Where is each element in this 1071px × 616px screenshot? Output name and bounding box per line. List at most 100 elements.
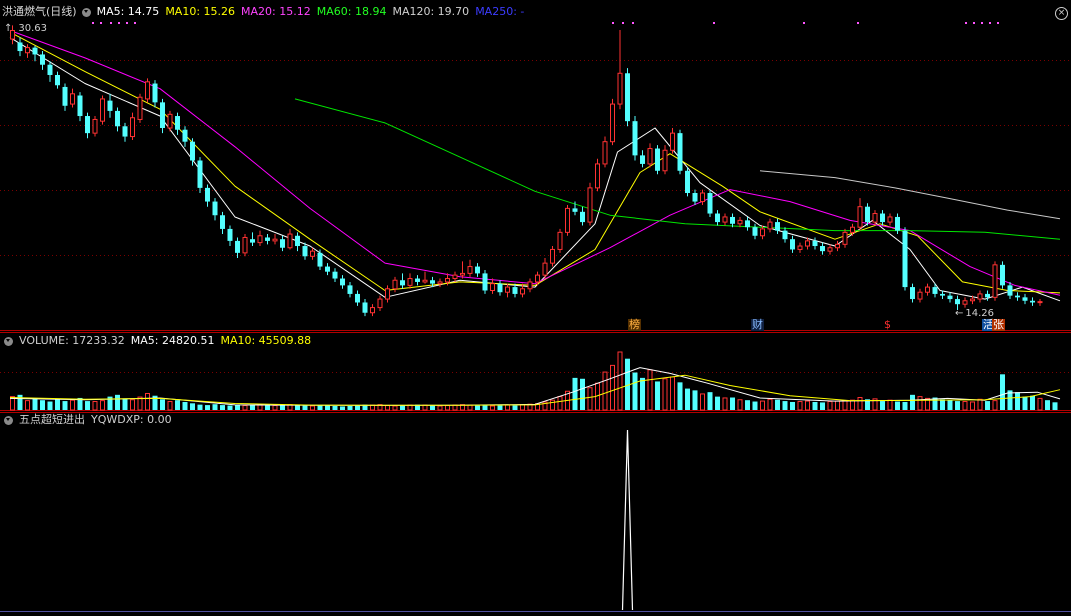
volume-bar-down — [497, 405, 503, 410]
volume-bar-up — [737, 399, 743, 411]
candle-down — [902, 230, 908, 288]
candle-up — [527, 281, 533, 290]
candle-down — [182, 129, 188, 142]
volume-dropdown-icon[interactable] — [4, 336, 13, 346]
candle-down — [940, 293, 945, 296]
candle-down — [115, 110, 120, 127]
candle-up — [737, 219, 743, 225]
indicator-dropdown-icon[interactable] — [81, 7, 91, 17]
main-header: 洪通燃气(日线) MA5: 14.75 MA10: 15.26 MA20: 15… — [2, 5, 530, 19]
volume-bar-down — [1000, 374, 1005, 410]
volume-bar-up — [145, 392, 150, 411]
volume-bar-up — [310, 405, 315, 411]
volume-bar-up — [490, 405, 495, 411]
candle-down — [730, 216, 735, 224]
volume-ma5-line — [9, 367, 1061, 406]
volume-bar-down — [715, 396, 720, 410]
candle-down — [895, 216, 900, 231]
chart-canvas[interactable] — [0, 0, 1071, 616]
volume-bar-down — [880, 401, 885, 410]
close-icon[interactable]: × — [1055, 7, 1068, 20]
candle-down — [325, 266, 330, 272]
volume-bar-down — [355, 405, 360, 410]
volume-bar-down — [122, 398, 128, 410]
candle-up — [467, 266, 473, 274]
volume-bar-down — [40, 400, 45, 410]
volume-bar-up — [962, 401, 968, 411]
volume-bar-down — [730, 397, 735, 410]
candle-up — [385, 288, 390, 300]
candle-down — [122, 126, 128, 137]
event-marker-rise[interactable]: 张 — [992, 319, 1005, 331]
volume-bar-down — [940, 399, 945, 410]
candle-up — [662, 149, 668, 172]
candle-down — [812, 240, 818, 247]
candle-up — [835, 243, 840, 249]
candle-up — [130, 117, 135, 138]
candle-up — [287, 233, 293, 249]
event-marker-rank[interactable]: 榜 — [628, 319, 641, 331]
volume-bar-down — [190, 403, 195, 410]
candle-up — [722, 216, 728, 223]
indicator-name[interactable]: 五点超短进出 — [19, 413, 85, 427]
top-signal-dot-3 — [118, 22, 120, 24]
volume-bar-down — [160, 399, 165, 410]
stock-chart-window: 洪通燃气(日线) MA5: 14.75 MA10: 15.26 MA20: 15… — [0, 0, 1071, 616]
candle-down — [715, 213, 720, 223]
volume-bar-up — [505, 404, 510, 411]
volume-bar-down — [902, 401, 908, 410]
candle-down — [640, 155, 645, 164]
candle-down — [175, 116, 180, 130]
candle-down — [55, 74, 60, 86]
candle-down — [77, 95, 83, 117]
candle-up — [805, 240, 810, 247]
volume-bar-down — [205, 405, 210, 410]
volume-bar-down — [775, 399, 780, 410]
candle-down — [932, 287, 938, 294]
candle-down — [32, 47, 38, 55]
top-signal-dot-12 — [965, 22, 967, 24]
volume-bar-down — [580, 378, 585, 410]
stock-title[interactable]: 洪通燃气(日线) — [2, 5, 77, 19]
event-marker-finance[interactable]: 财 — [751, 319, 764, 331]
candle-up — [445, 278, 450, 283]
volume-bar-down — [175, 400, 180, 410]
candle-up — [925, 286, 930, 293]
candle-up — [647, 148, 653, 165]
candle-up — [70, 93, 75, 105]
volume-bar-down — [1015, 392, 1020, 410]
indicator-panel-dropdown-icon[interactable] — [4, 415, 13, 425]
volume-bar-down — [17, 394, 23, 410]
candle-down — [250, 239, 255, 243]
candle-down — [880, 213, 885, 223]
candle-up — [437, 281, 443, 285]
event-marker-dollar[interactable]: $ — [883, 319, 892, 331]
volume-bar-down — [332, 405, 338, 410]
volume-bar-down — [985, 401, 990, 410]
candle-down — [212, 201, 218, 216]
ma5-label: MA5: 14.75 — [96, 5, 160, 18]
top-signal-dot-14 — [981, 22, 983, 24]
candle-down — [47, 64, 53, 75]
volume-bar-up — [887, 399, 893, 411]
top-signal-dot-15 — [989, 22, 991, 24]
candle-up — [272, 238, 278, 242]
volume-bar-down — [1045, 400, 1050, 410]
candle-up — [602, 141, 608, 165]
volume-bar-up — [385, 405, 390, 411]
volume-bar-down — [475, 405, 480, 410]
candle-down — [790, 239, 795, 250]
candle-down — [205, 187, 210, 202]
candle-up — [700, 192, 705, 203]
top-signal-dot-7 — [622, 22, 624, 24]
candle-up — [970, 298, 975, 302]
volume-ma5: MA5: 24820.51 — [130, 334, 215, 347]
volume-bar-up — [445, 405, 450, 411]
volume-bar-up — [835, 400, 840, 411]
candle-up — [557, 231, 563, 250]
ma60-label: MA60: 18.94 — [316, 5, 387, 18]
candle-down — [332, 271, 338, 279]
candle-down — [347, 285, 353, 294]
candle-up — [550, 248, 555, 264]
candle-up — [452, 274, 458, 280]
